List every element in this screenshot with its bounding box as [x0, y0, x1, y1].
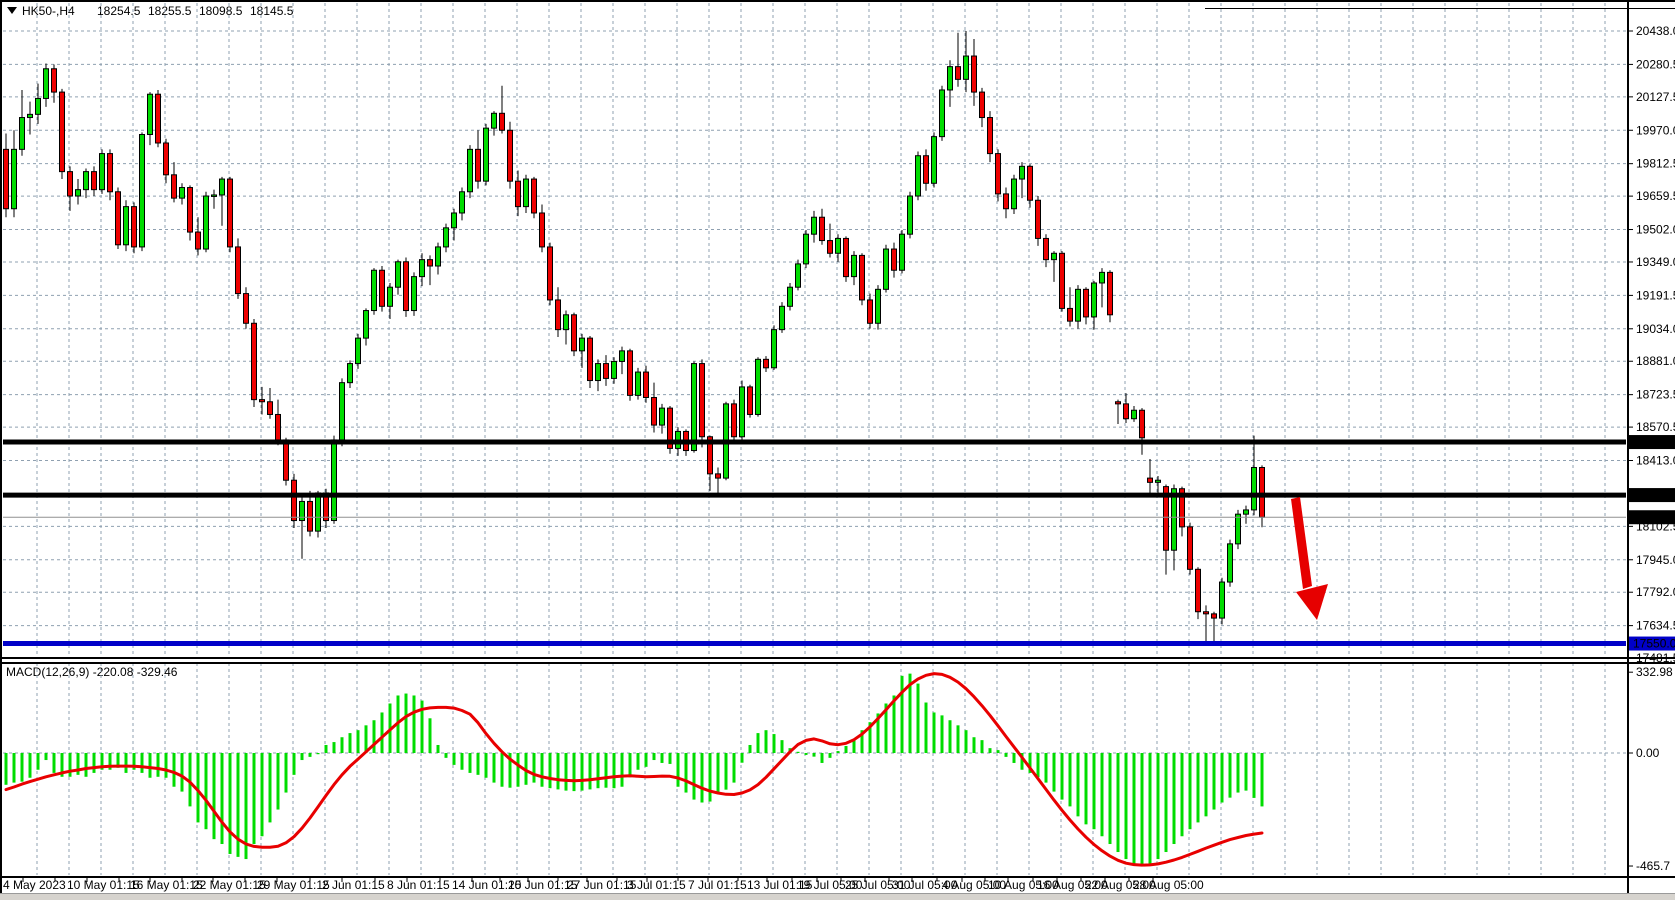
- symbol-dropdown-icon[interactable]: [7, 7, 17, 14]
- chart-window: HK50-,H4 18254.5 18255.5 18098.5 18145.5…: [0, 0, 1675, 900]
- macd-tick-label: 0.00: [1636, 746, 1660, 760]
- price-tick-label: 19970.0: [1636, 123, 1675, 137]
- price-box-label: 18500.0: [1633, 435, 1675, 449]
- price-tick-label: 19659.5: [1636, 189, 1675, 203]
- ohlc-open: 18254.5: [97, 4, 141, 18]
- price-tick-label: 20438.0: [1636, 24, 1675, 38]
- time-axis-label: 2 Jun 01:15: [322, 878, 385, 892]
- price-tick-label: 20280.5: [1636, 57, 1675, 71]
- price-tick-label: 17481.5: [1636, 651, 1675, 665]
- macd-tick-label: 332.98: [1636, 665, 1673, 679]
- axis-vertical-border: [1627, 2, 1629, 894]
- panel-separator-top: [0, 657, 1675, 659]
- top-border: [0, 0, 1675, 2]
- time-axis-label: 29 May 01:15: [257, 878, 330, 892]
- price-tick-label: 17634.5: [1636, 619, 1675, 633]
- time-axis-label: 4 May 2023: [3, 878, 66, 892]
- price-tick-label: 17792.0: [1636, 585, 1675, 599]
- price-tick-label: 19191.5: [1636, 288, 1675, 302]
- bottom-strip-edge: [0, 893, 1675, 894]
- price-chart[interactable]: HK50-,H4 18254.5 18255.5 18098.5 18145.5…: [0, 0, 1675, 900]
- price-tick-label: 19502.0: [1636, 223, 1675, 237]
- price-box-label: 17550.0: [1633, 637, 1675, 651]
- ohlc-low: 18098.5: [199, 4, 243, 18]
- time-axis-label: 8 Jun 01:15: [387, 878, 450, 892]
- symbol-title: HK50-,H4: [22, 4, 75, 18]
- macd-tick-label: -465.7: [1636, 859, 1670, 873]
- price-tick-label: 19812.5: [1636, 157, 1675, 171]
- price-tick-label: 17945.0: [1636, 553, 1675, 567]
- price-tick-label: 18570.5: [1636, 420, 1675, 434]
- price-tick-label: 20127.5: [1636, 90, 1675, 104]
- chart-header: HK50-,H4 18254.5 18255.5 18098.5 18145.5: [7, 4, 294, 18]
- inner-top-border: [1205, 8, 1675, 9]
- price-tick-label: 18723.5: [1636, 388, 1675, 402]
- time-axis-label: 28 Aug 05:00: [1133, 878, 1204, 892]
- price-tick-label: 18881.0: [1636, 354, 1675, 368]
- price-panel-surface[interactable]: [3, 18, 1626, 656]
- bottom-strip: [0, 894, 1675, 900]
- price-tick-label: 19034.0: [1636, 322, 1675, 336]
- ohlc-high: 18255.5: [148, 4, 192, 18]
- left-border: [0, 2, 2, 894]
- price-box-label: 18250.0: [1633, 488, 1675, 502]
- time-axis-label: 3 Jul 01:15: [627, 878, 686, 892]
- price-box-label: 18145.5: [1633, 510, 1675, 524]
- time-axis-label: 22 May 01:15: [193, 878, 266, 892]
- ohlc-close: 18145.5: [250, 4, 294, 18]
- price-tick-label: 19349.0: [1636, 255, 1675, 269]
- macd-panel-surface[interactable]: [3, 663, 1626, 875]
- price-tick-label: 18413.0: [1636, 454, 1675, 468]
